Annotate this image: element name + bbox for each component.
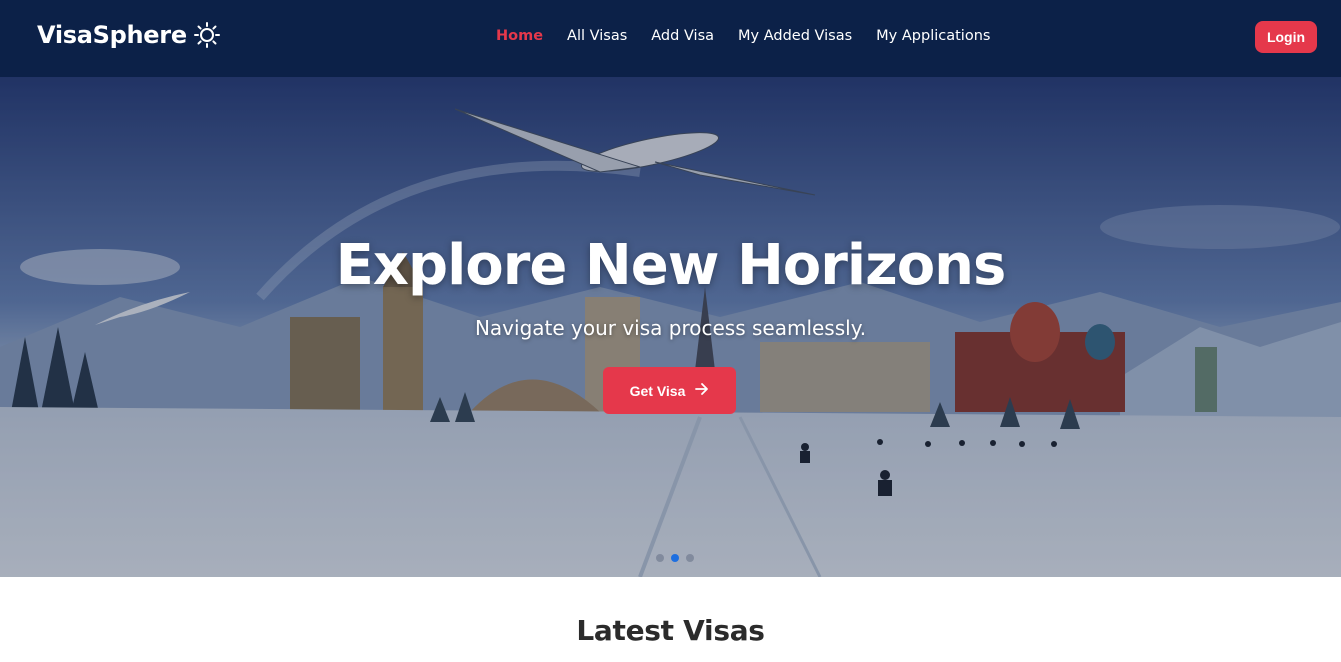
navbar: VisaSphere Home All Visas Add Visa My Ad… xyxy=(0,0,1341,77)
get-visa-label: Get Visa xyxy=(629,382,686,399)
main-nav: Home All Visas Add Visa My Added Visas M… xyxy=(496,28,1014,44)
hero-subtitle: Navigate your visa process seamlessly. xyxy=(474,316,867,340)
carousel-pagination xyxy=(656,554,694,562)
brand-name: VisaSphere xyxy=(37,21,187,49)
nav-all-visas[interactable]: All Visas xyxy=(567,28,627,44)
latest-visas-heading: Latest Visas xyxy=(576,614,765,647)
carousel-dot-3[interactable] xyxy=(686,554,694,562)
carousel-dot-1[interactable] xyxy=(656,554,664,562)
nav-my-applications[interactable]: My Applications xyxy=(876,28,990,44)
carousel-dot-2[interactable] xyxy=(671,554,679,562)
arrow-right-icon xyxy=(695,382,709,400)
nav-my-added-visas[interactable]: My Added Visas xyxy=(738,28,852,44)
sun-icon[interactable] xyxy=(193,21,221,49)
login-button[interactable]: Login xyxy=(1255,21,1317,53)
get-visa-button[interactable]: Get Visa xyxy=(603,367,736,414)
nav-add-visa[interactable]: Add Visa xyxy=(651,28,714,44)
hero-title: Explore New Horizons xyxy=(335,233,1007,298)
nav-home[interactable]: Home xyxy=(496,28,543,44)
hero-carousel: Explore New Horizons Navigate your visa … xyxy=(0,77,1341,577)
brand-logo[interactable]: VisaSphere xyxy=(37,21,221,49)
